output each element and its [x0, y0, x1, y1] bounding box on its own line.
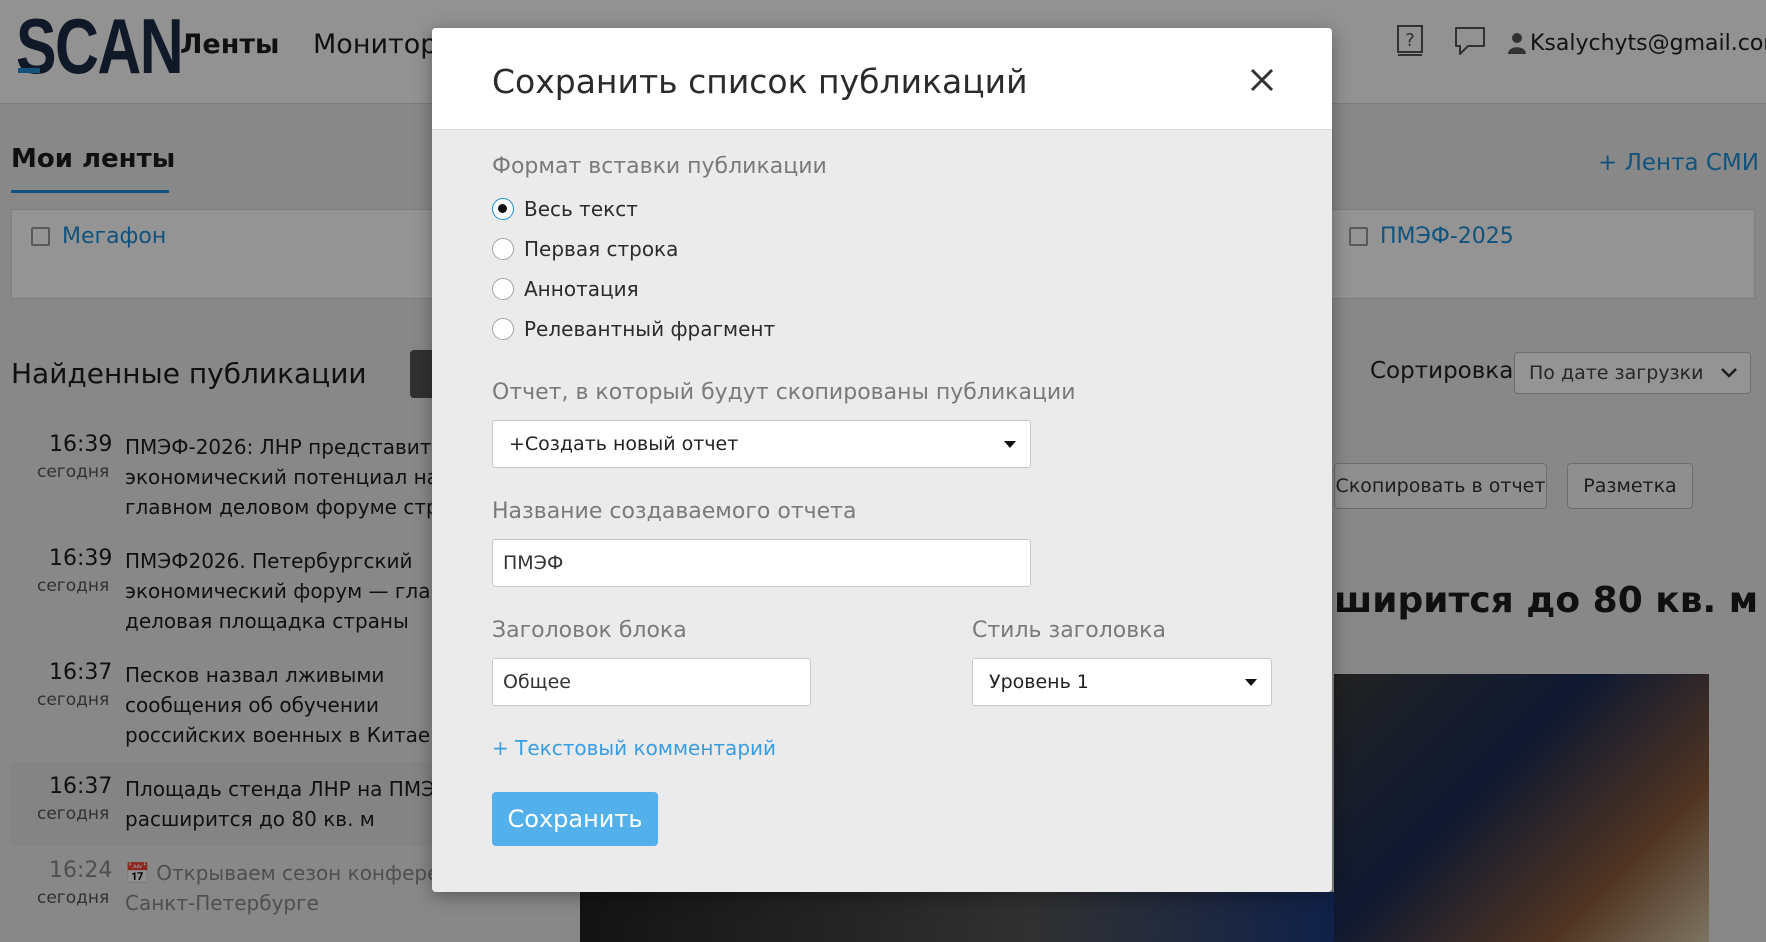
radio-button[interactable] — [492, 318, 514, 340]
report-select[interactable]: +Создать новый отчет — [492, 420, 1031, 468]
radio-button[interactable] — [492, 198, 514, 220]
format-option-annotation[interactable]: Аннотация — [492, 274, 639, 304]
save-publications-dialog: Сохранить список публикаций Формат встав… — [432, 28, 1332, 892]
report-name-label: Название создаваемого отчета — [492, 499, 857, 524]
report-name-input[interactable] — [492, 539, 1031, 587]
radio-label: Релевантный фрагмент — [524, 317, 776, 341]
add-text-comment-link[interactable]: + Текстовый комментарий — [492, 736, 776, 760]
radio-label: Аннотация — [524, 277, 639, 301]
dialog-title: Сохранить список публикаций — [492, 62, 1028, 101]
save-button[interactable]: Сохранить — [492, 792, 658, 846]
radio-label: Весь текст — [524, 197, 638, 221]
heading-style-label: Стиль заголовка — [972, 618, 1166, 643]
block-title-label: Заголовок блока — [492, 618, 687, 643]
heading-style-select[interactable]: Уровень 1 — [972, 658, 1272, 706]
dialog-header: Сохранить список публикаций — [432, 28, 1332, 130]
report-label: Отчет, в который будут скопированы публи… — [492, 380, 1076, 405]
close-icon[interactable] — [1242, 60, 1282, 100]
format-option-relevant-fragment[interactable]: Релевантный фрагмент — [492, 314, 775, 344]
heading-style-value: Уровень 1 — [989, 671, 1089, 693]
format-label: Формат вставки публикации — [492, 154, 827, 179]
report-select-value: +Создать новый отчет — [509, 433, 739, 455]
caret-down-icon — [1004, 441, 1016, 448]
radio-button[interactable] — [492, 278, 514, 300]
block-title-input[interactable] — [492, 658, 811, 706]
radio-label: Первая строка — [524, 237, 679, 261]
format-option-first-line[interactable]: Первая строка — [492, 234, 678, 264]
format-option-full-text[interactable]: Весь текст — [492, 194, 638, 224]
radio-button[interactable] — [492, 238, 514, 260]
caret-down-icon — [1245, 679, 1257, 686]
